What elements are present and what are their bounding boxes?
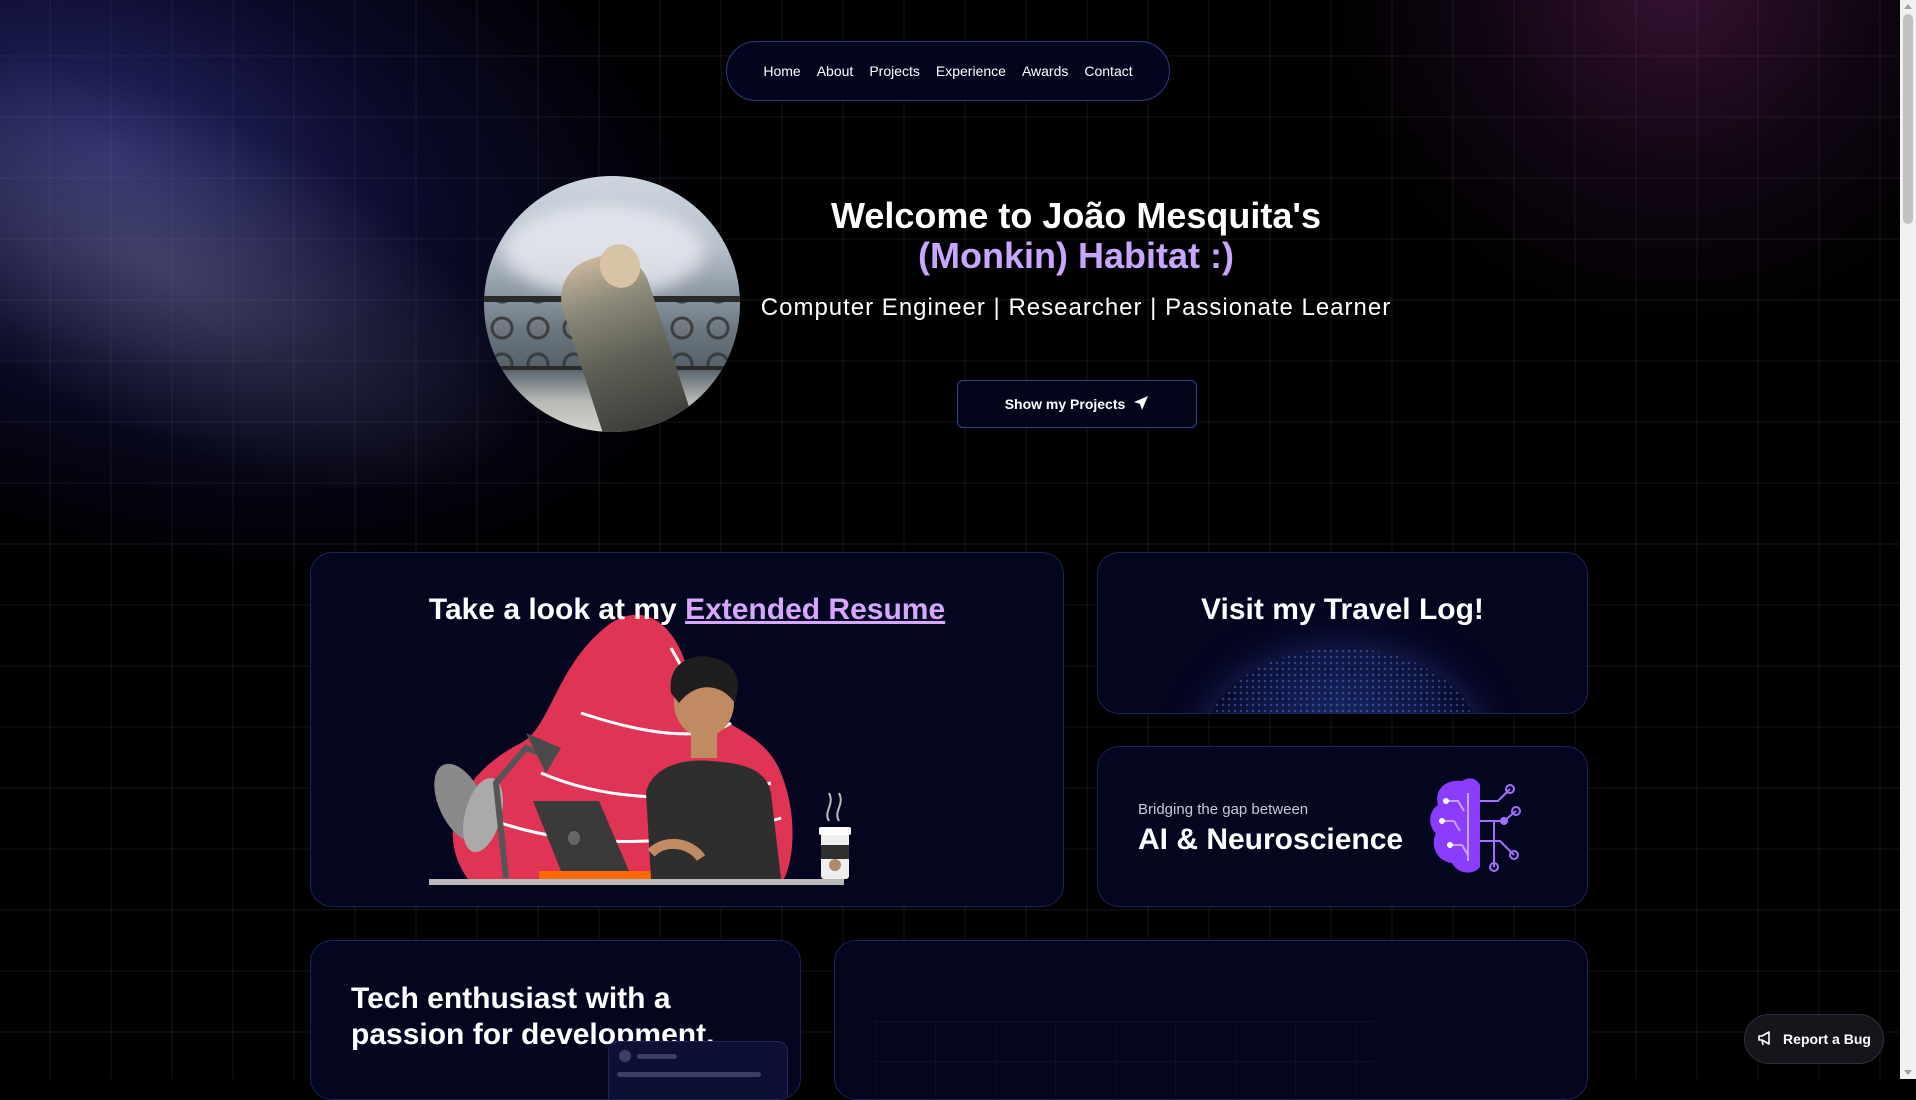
ai-neuroscience-card: Bridging the gap between AI & Neuroscien…: [1097, 746, 1588, 907]
mini-ui-avatar: [619, 1050, 631, 1062]
nav-about[interactable]: About: [817, 63, 854, 79]
scrollbar-thumb[interactable]: [1903, 14, 1913, 224]
report-bug-button[interactable]: Report a Bug: [1744, 1014, 1884, 1064]
brain-circuit-icon: [1430, 778, 1521, 873]
tech-enthusiast-card: Tech enthusiast with a passion for devel…: [310, 940, 801, 1100]
globe-icon: [1202, 648, 1482, 713]
ai-neuroscience-subtitle: Bridging the gap between: [1138, 801, 1309, 818]
tech-enthusiast-line1: Tech enthusiast with a: [351, 982, 671, 1015]
background-glow-right: [1316, 0, 1916, 340]
feature-card: [834, 940, 1588, 1100]
resume-card-title: Take a look at my Extended Resume: [311, 593, 1063, 627]
resume-card-prefix: Take a look at my: [428, 593, 686, 626]
main-nav: Home About Projects Experience Awards Co…: [726, 41, 1170, 101]
scroll-up-arrow-icon[interactable]: [1904, 4, 1912, 9]
scrollbar[interactable]: [1900, 0, 1916, 1079]
nav-awards[interactable]: Awards: [1022, 63, 1068, 79]
hero-title-line2: (Monkin) Habitat :): [918, 235, 1234, 276]
resume-card[interactable]: Take a look at my Extended Resume: [310, 552, 1064, 907]
nav-home[interactable]: Home: [763, 63, 800, 79]
nav-experience[interactable]: Experience: [936, 63, 1006, 79]
nav-contact[interactable]: Contact: [1084, 63, 1132, 79]
travel-log-title: Visit my Travel Log!: [1201, 593, 1484, 626]
globe-dots: [1202, 648, 1482, 713]
show-projects-label: Show my Projects: [1004, 396, 1126, 412]
scroll-down-arrow-icon[interactable]: [1904, 1070, 1912, 1075]
hero-subtitle: Computer Engineer | Researcher | Passion…: [760, 294, 1392, 321]
send-icon: [1133, 395, 1149, 414]
feature-card-grid: [875, 1021, 1375, 1099]
mini-ui-bar: [617, 1072, 761, 1077]
hero-title-line1: Welcome to João Mesquita's: [830, 195, 1321, 236]
mini-ui-preview: [608, 1041, 788, 1099]
nav-projects[interactable]: Projects: [869, 63, 920, 79]
show-projects-button[interactable]: Show my Projects: [957, 380, 1197, 428]
hero-title: Welcome to João Mesquita's (Monkin) Habi…: [700, 196, 1452, 276]
extended-resume-link[interactable]: Extended Resume: [685, 593, 945, 626]
mini-ui-bar: [637, 1054, 677, 1059]
travel-log-card[interactable]: Visit my Travel Log!: [1097, 552, 1588, 714]
report-bug-label: Report a Bug: [1783, 1031, 1871, 1047]
ai-neuroscience-title: AI & Neuroscience: [1138, 823, 1404, 856]
megaphone-icon: [1757, 1029, 1775, 1050]
